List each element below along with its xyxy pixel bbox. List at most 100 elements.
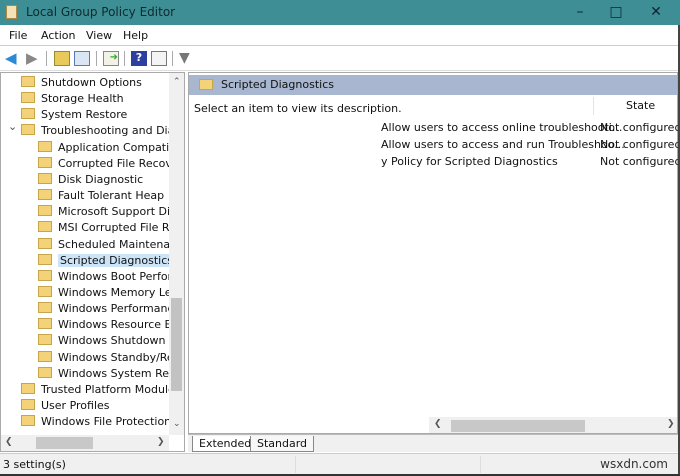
folder-icon — [38, 350, 52, 362]
tree-item-label: Corrupted File Recovery — [58, 156, 185, 170]
forward-icon[interactable]: ▶ — [26, 51, 42, 66]
tree-item[interactable]: Scripted Diagnostics — [38, 253, 175, 269]
scroll-up-icon[interactable]: ⌃ — [173, 77, 181, 87]
tab-extended[interactable]: Extended — [192, 436, 259, 452]
status-bar: 3 setting(s) wsxdn.com — [0, 453, 678, 474]
tree-item-label: Fault Tolerant Heap — [58, 189, 165, 203]
folder-icon — [21, 415, 35, 427]
column-header-state[interactable]: State — [593, 97, 679, 115]
tree-item-label: Shutdown Options — [41, 76, 142, 89]
tree-item[interactable]: Windows System Respo — [38, 366, 185, 382]
scrollbar-thumb[interactable] — [36, 437, 93, 449]
folder-icon — [21, 76, 35, 87]
properties-icon[interactable] — [151, 51, 167, 66]
folder-icon — [21, 108, 35, 120]
policy-row[interactable]: Allow users to access and run Troublesho… — [381, 138, 625, 151]
tree-item-label: Windows Performance — [58, 302, 181, 316]
tree-item-label: Windows File Protection — [41, 415, 172, 429]
details-header-title: Scripted Diagnostics — [221, 78, 334, 91]
tree-item-label: Windows System Respo — [58, 366, 185, 380]
menu-help[interactable]: Help — [123, 29, 148, 42]
expand-chevron-icon[interactable]: ⌄ — [8, 119, 17, 135]
tree-item-label: Scheduled Maintenanc — [58, 237, 184, 251]
tree-item[interactable]: Storage Health — [21, 91, 124, 107]
tree-item-label: Windows Shutdown Pe — [58, 334, 183, 348]
menu-file[interactable]: File — [9, 29, 27, 42]
tree-item[interactable]: Windows Performance — [38, 301, 180, 317]
details-header: Scripted Diagnostics — [189, 75, 677, 95]
minimize-button[interactable]: – — [560, 0, 600, 25]
tree-item-label: Windows Boot Perform — [58, 269, 183, 283]
tree-item[interactable]: Fault Tolerant Heap — [38, 188, 164, 204]
tree-item[interactable]: Windows Standby/Resu — [38, 350, 185, 366]
folder-icon — [21, 399, 35, 410]
tree-item-label: Disk Diagnostic — [58, 172, 144, 186]
tree-item-label: Storage Health — [41, 92, 124, 106]
scroll-down-icon[interactable]: ⌄ — [173, 419, 181, 429]
tree-item[interactable]: Troubleshooting and Diagr ⌄ — [8, 120, 185, 139]
up-folder-icon[interactable] — [54, 51, 70, 66]
menu-action[interactable]: Action — [41, 29, 75, 42]
show-hide-tree-icon[interactable] — [74, 51, 90, 66]
tree-item-label: Windows Standby/Resu — [58, 350, 185, 364]
folder-icon — [38, 205, 52, 217]
tree-item-label: Scripted Diagnostics — [58, 253, 175, 267]
status-text: 3 setting(s) — [3, 458, 66, 471]
folder-icon — [21, 92, 35, 104]
tree-item[interactable]: Windows Resource Exh — [38, 317, 185, 333]
tree-item-label: System Restore — [41, 108, 128, 122]
menu-view[interactable]: View — [86, 29, 112, 42]
scroll-right-icon[interactable]: ❯ — [157, 437, 165, 447]
help-icon[interactable]: ? — [131, 51, 147, 66]
folder-icon — [38, 221, 52, 233]
tree-item-label: Trusted Platform Module S — [41, 382, 185, 396]
close-button[interactable]: ✕ — [636, 0, 676, 25]
tree-item[interactable]: Shutdown Options — [21, 75, 142, 91]
folder-icon — [21, 124, 35, 136]
tree-item[interactable]: Corrupted File Recovery — [38, 156, 185, 172]
folder-icon — [21, 382, 35, 394]
tree-item[interactable]: Windows Shutdown Pe — [38, 333, 182, 349]
scrollbar-thumb[interactable] — [171, 298, 182, 391]
folder-icon — [38, 140, 52, 152]
tree-item[interactable]: MSI Corrupted File Reco — [38, 220, 185, 236]
tree-item[interactable]: Scheduled Maintenanc — [38, 237, 183, 253]
maximize-button[interactable]: □ — [596, 0, 636, 25]
tree-item[interactable]: Microsoft Support Diag — [38, 204, 184, 220]
tree-item-label: Windows Memory Leak — [58, 285, 185, 299]
description-text: Select an item to view its description. — [194, 102, 402, 115]
filter-icon[interactable]: ▼ — [179, 51, 195, 66]
tree-item-label: Windows Resource Exh — [58, 318, 185, 332]
scroll-left-icon[interactable]: ❮ — [434, 419, 442, 429]
scroll-right-icon[interactable]: ❯ — [667, 419, 675, 429]
tab-standard[interactable]: Standard — [250, 436, 315, 452]
export-list-icon[interactable]: ➜ — [103, 51, 119, 66]
policy-state: Not configured — [600, 155, 680, 168]
tree-item[interactable]: User Profiles — [21, 398, 110, 414]
tree-item-label: Application Compatibil — [58, 140, 183, 154]
console-tree: Shutdown Options Storage Health System Res… — [0, 72, 185, 452]
tree-item-label: Microsoft Support Diag — [58, 205, 184, 219]
back-icon[interactable]: ◀ — [5, 51, 21, 66]
tree-item-label: Troubleshooting and Diagr — [41, 124, 185, 138]
tree-item[interactable]: Application Compatibil — [38, 140, 182, 156]
details-pane: Scripted Diagnostics Select an item to v… — [188, 72, 680, 434]
toolbar: ◀ ▶ ➜ ? ▼ — [0, 46, 678, 71]
tree-item[interactable]: Windows Boot Perform — [38, 269, 183, 285]
folder-icon — [199, 79, 213, 90]
folder-icon — [38, 253, 52, 265]
scroll-left-icon[interactable]: ❮ — [5, 437, 13, 447]
folder-icon — [38, 334, 52, 346]
tree-item[interactable]: Trusted Platform Module S — [21, 382, 185, 398]
folder-icon — [38, 172, 52, 184]
tree-item[interactable]: System Restore — [21, 107, 127, 123]
policy-row[interactable]: Allow users to access online troubleshoo… — [381, 121, 622, 134]
tree-item-label: MSI Corrupted File Reco — [58, 221, 185, 235]
tree-item[interactable]: Windows File Protection — [21, 414, 171, 430]
tree-item[interactable]: Windows Memory Leak — [38, 285, 185, 301]
tree-item[interactable]: Disk Diagnostic — [38, 172, 143, 188]
scrollbar-thumb[interactable] — [451, 420, 585, 432]
policy-state: Not configured — [600, 138, 680, 151]
policy-row[interactable]: y Policy for Scripted Diagnostics — [381, 155, 558, 168]
menu-bar: File Action View Help — [0, 25, 678, 46]
